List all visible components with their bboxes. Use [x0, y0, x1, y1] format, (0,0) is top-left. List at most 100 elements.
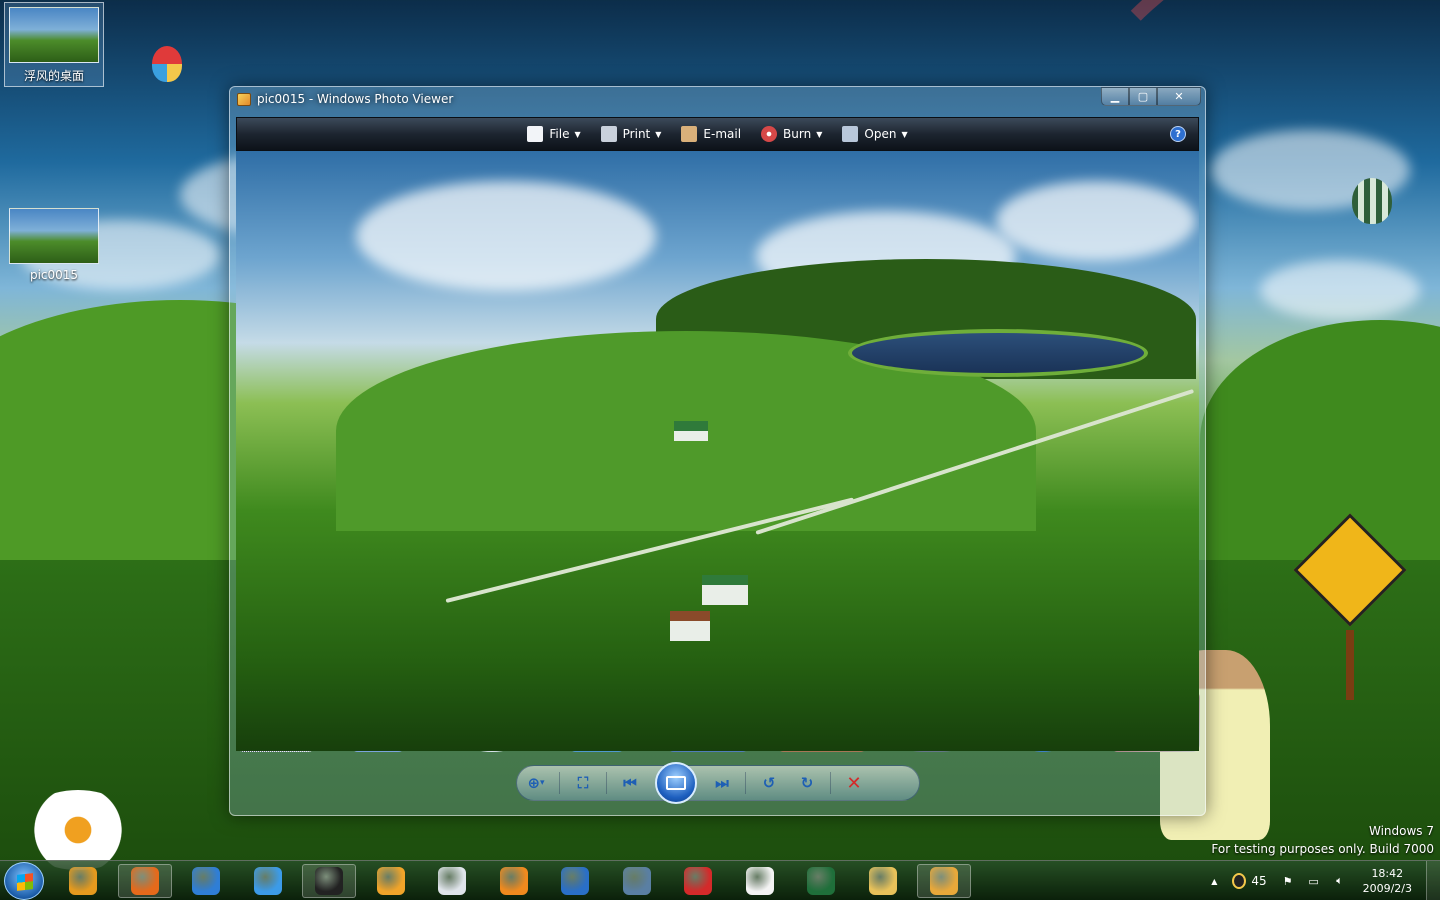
- qq-penguin-icon: [315, 867, 343, 895]
- rotate-clockwise-button[interactable]: ↻: [790, 769, 824, 797]
- key-icon: [745, 867, 774, 895]
- photo-viewer-icon: [930, 867, 958, 895]
- image-thumbnail-icon: [9, 208, 99, 264]
- lake: [848, 329, 1148, 377]
- email-button[interactable]: E-mail: [681, 126, 741, 142]
- window-title: pic0015 - Windows Photo Viewer: [257, 92, 454, 106]
- print-menu-button[interactable]: Print ▼: [600, 126, 662, 142]
- separator: [606, 772, 607, 794]
- photo-viewer-icon: [237, 93, 251, 106]
- mail-icon: [438, 867, 466, 895]
- open-label: Open: [864, 127, 897, 141]
- taskbar-button[interactable]: [794, 864, 848, 898]
- taskbar-button[interactable]: [117, 864, 172, 898]
- video-player-icon: [499, 867, 528, 895]
- clock-time: 18:42: [1371, 867, 1404, 880]
- taskbar-button[interactable]: [179, 864, 233, 898]
- image-thumbnail-icon: [9, 7, 99, 63]
- photo-viewer-window[interactable]: pic0015 - Windows Photo Viewer ▁ ▢ ✕ Fil…: [229, 86, 1206, 816]
- rotate-ccw-icon: ↺: [762, 774, 776, 792]
- qq-badge-count: 45: [1251, 874, 1267, 888]
- taskbar-button[interactable]: [917, 864, 971, 898]
- burn-label: Burn: [783, 127, 812, 141]
- rotate-counterclockwise-button[interactable]: ↺: [752, 769, 786, 797]
- navigation-controls: ⊕ ▾ ⛶ ⏮ ⏭ ↺ ↻ ✕: [516, 762, 920, 804]
- chevron-down-icon: ▼: [901, 129, 908, 139]
- actual-size-button[interactable]: ⛶: [566, 769, 600, 797]
- slideshow-button[interactable]: [655, 762, 697, 804]
- taskbar-button[interactable]: [610, 864, 664, 898]
- file-menu-button[interactable]: File ▼: [527, 126, 581, 142]
- taskbar-button[interactable]: [487, 864, 541, 898]
- close-button[interactable]: ✕: [1157, 87, 1201, 106]
- magnifier-icon: ⊕: [527, 774, 541, 792]
- volume-icon[interactable]: 🔈︎: [1332, 873, 1348, 889]
- previous-button[interactable]: ⏮: [613, 769, 647, 797]
- media-player-icon: [69, 867, 97, 895]
- chevron-down-icon: ▾: [540, 778, 545, 788]
- build-watermark: Windows 7 For testing purposes only. Bui…: [1211, 822, 1434, 858]
- burn-menu-button[interactable]: Burn ▼: [761, 126, 822, 142]
- photo-display[interactable]: [236, 151, 1199, 751]
- desktop-icon-folder[interactable]: 浮风的桌面: [4, 2, 104, 87]
- clock-date: 2009/2/3: [1362, 882, 1412, 895]
- open-menu-button[interactable]: Open ▼: [842, 126, 908, 142]
- next-button[interactable]: ⏭: [705, 769, 739, 797]
- separator: [559, 772, 560, 794]
- zoom-button[interactable]: ⊕ ▾: [519, 769, 553, 797]
- delete-button[interactable]: ✕: [837, 769, 871, 797]
- show-desktop-button[interactable]: [1426, 861, 1440, 900]
- help-button[interactable]: ?: [1170, 126, 1186, 142]
- network-icon[interactable]: ▭: [1306, 873, 1322, 889]
- disc-icon: [761, 126, 778, 142]
- email-icon: [681, 126, 698, 142]
- firefox-icon: [130, 867, 159, 895]
- delete-icon: ✕: [846, 772, 862, 794]
- open-icon: [842, 126, 859, 142]
- maximize-button[interactable]: ▢: [1129, 87, 1157, 106]
- desktop-icon-pic0015[interactable]: pic0015: [4, 208, 104, 282]
- command-bar: File ▼ Print ▼ E-mail Burn ▼ Open ▼ ?: [236, 117, 1199, 151]
- windows-media-center-icon: [192, 867, 220, 895]
- film-strip-icon: [622, 867, 651, 895]
- chat-bubbles-icon: [376, 867, 405, 895]
- show-hidden-icons-button[interactable]: ▲: [1206, 873, 1222, 889]
- windows-logo-icon: [17, 873, 33, 891]
- action-center-flag-icon[interactable]: ⚑: [1280, 873, 1296, 889]
- separator: [830, 772, 831, 794]
- folder-icon: [868, 867, 897, 895]
- clock[interactable]: 18:42 2009/2/3: [1363, 866, 1412, 896]
- email-label: E-mail: [703, 127, 742, 141]
- taskbar-button[interactable]: [425, 864, 479, 898]
- taskbar-button[interactable]: [856, 864, 910, 898]
- taskbar-button[interactable]: [733, 864, 787, 898]
- fit-window-icon: ⛶: [577, 774, 589, 792]
- start-button[interactable]: [4, 862, 44, 900]
- desktop-icon-label: 浮风的桌面: [23, 69, 84, 83]
- taskbar: ▲ 45 ⚑ ▭ 🔈︎ 18:42 2009/2/3: [0, 860, 1440, 900]
- taskbar-button[interactable]: [671, 864, 725, 898]
- desktop-icon-label: pic0015: [29, 268, 79, 282]
- previous-icon: ⏮: [623, 774, 637, 792]
- taskbar-button[interactable]: [241, 864, 295, 898]
- rotate-cw-icon: ↻: [800, 774, 814, 792]
- file-label: File: [549, 127, 570, 141]
- qq-tray-icon[interactable]: [1232, 873, 1247, 889]
- print-label: Print: [622, 127, 651, 141]
- file-icon: [527, 126, 544, 142]
- minimize-button[interactable]: ▁: [1101, 87, 1129, 106]
- taskbar-button[interactable]: [302, 864, 356, 898]
- slideshow-icon: [666, 776, 686, 790]
- window-controls: ▁ ▢ ✕: [1101, 87, 1201, 107]
- title-bar[interactable]: pic0015 - Windows Photo Viewer ▁ ▢ ✕: [230, 87, 1205, 113]
- chevron-down-icon: ▼: [655, 129, 662, 139]
- taskbar-button[interactable]: [548, 864, 602, 898]
- cancel-x-icon: [684, 867, 712, 895]
- next-icon: ⏭: [715, 774, 729, 792]
- task-manager-icon: [807, 867, 835, 895]
- taskbar-button[interactable]: [56, 864, 110, 898]
- chevron-down-icon: ▼: [574, 129, 581, 139]
- stock-app-icon: [253, 867, 282, 895]
- taskbar-button[interactable]: [364, 864, 418, 898]
- audio-book-icon: [561, 867, 589, 895]
